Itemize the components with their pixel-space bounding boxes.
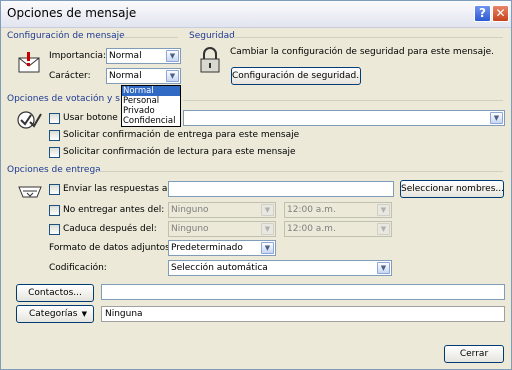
expires-time-select[interactable]: 12:00 a.m. ▼: [284, 221, 392, 237]
categories-button-label: Categorías: [29, 309, 78, 319]
contacts-button[interactable]: Contactos...: [16, 284, 94, 302]
message-settings-group-label: Configuración de mensaje: [7, 31, 125, 41]
chevron-down-icon[interactable]: ▼: [377, 262, 390, 274]
character-dropdown-list[interactable]: Normal Personal Privado Confidencial: [121, 85, 181, 127]
categories-input: Ninguna: [101, 306, 505, 322]
voting-divider: [183, 100, 503, 101]
security-settings-button[interactable]: Configuración de seguridad...: [231, 67, 361, 85]
encoding-label: Codificación:: [49, 263, 107, 273]
security-group-label: Seguridad: [189, 31, 235, 41]
delivery-receipt-label: Solicitar confirmación de entrega para e…: [63, 130, 300, 140]
attachment-format-label: Formato de datos adjuntos:: [49, 243, 173, 253]
security-divider: [233, 37, 503, 38]
expires-date-value: Ninguno: [171, 224, 209, 234]
not-before-date-select[interactable]: Ninguno ▼: [168, 202, 276, 218]
expires-after-label: Caduca después del:: [63, 224, 157, 234]
send-replies-input[interactable]: [168, 181, 394, 197]
encoding-value: Selección automática: [171, 263, 268, 273]
categories-value: Ninguna: [105, 309, 143, 319]
use-voting-buttons-checkbox[interactable]: [49, 113, 60, 124]
attachment-format-select[interactable]: Predeterminado ▼: [168, 240, 276, 256]
voting-checkmarks-icon: [17, 111, 42, 129]
chevron-down-icon[interactable]: ▼: [166, 70, 179, 82]
send-replies-checkbox[interactable]: [49, 184, 60, 195]
use-voting-buttons-label: Usar botone: [63, 113, 118, 123]
chevron-down-icon[interactable]: ▼: [377, 204, 390, 216]
voting-group-label: Opciones de votación y s: [7, 94, 120, 104]
close-button[interactable]: Cerrar: [444, 345, 504, 363]
not-before-time-value: 12:00 a.m.: [287, 205, 336, 215]
title-bar[interactable]: Opciones de mensaje ? ✕: [1, 1, 511, 28]
read-receipt-checkbox[interactable]: [49, 147, 60, 158]
importance-select[interactable]: Normal ▼: [106, 48, 181, 64]
send-replies-label: Enviar las respuestas a:: [63, 184, 171, 194]
chevron-down-icon[interactable]: ▼: [261, 204, 274, 216]
chevron-down-icon[interactable]: ▼: [166, 50, 179, 62]
character-select[interactable]: Normal ▼: [106, 68, 181, 84]
read-receipt-label: Solicitar confirmación de lectura para e…: [63, 147, 296, 157]
do-not-deliver-before-label: No entregar antes del:: [63, 205, 165, 215]
delivery-divider: [97, 171, 503, 172]
character-value: Normal: [109, 71, 142, 81]
importance-label: Importancia:: [49, 51, 107, 61]
security-description: Cambiar la configuración de seguridad pa…: [230, 47, 495, 57]
voting-buttons-select[interactable]: ▼: [183, 110, 505, 126]
expires-time-value: 12:00 a.m.: [287, 224, 336, 234]
delivery-group-label: Opciones de entrega: [7, 165, 101, 175]
expires-after-checkbox[interactable]: [49, 224, 60, 235]
select-names-button[interactable]: Seleccionar nombres...: [400, 180, 504, 198]
not-before-time-select[interactable]: 12:00 a.m. ▼: [284, 202, 392, 218]
message-options-dialog: Opciones de mensaje ? ✕ Configuración de…: [0, 0, 512, 370]
delivery-tray-icon: [18, 186, 42, 198]
categories-button[interactable]: Categorías ▼: [16, 305, 94, 323]
encoding-select[interactable]: Selección automática ▼: [168, 260, 392, 276]
chevron-down-icon[interactable]: ▼: [261, 242, 274, 254]
character-option-private[interactable]: Privado: [122, 106, 180, 116]
chevron-down-icon[interactable]: ▼: [490, 112, 503, 124]
envelope-importance-icon: [18, 52, 40, 73]
window-title: Opciones de mensaje: [7, 6, 137, 20]
character-option-normal[interactable]: Normal: [122, 86, 180, 96]
padlock-icon: [200, 47, 220, 73]
delivery-receipt-checkbox[interactable]: [49, 130, 60, 141]
close-icon[interactable]: ✕: [492, 5, 509, 22]
chevron-down-icon[interactable]: ▼: [377, 223, 390, 235]
do-not-deliver-before-checkbox[interactable]: [49, 205, 60, 216]
importance-value: Normal: [109, 51, 142, 61]
attachment-format-value: Predeterminado: [171, 243, 243, 253]
chevron-down-icon[interactable]: ▼: [261, 223, 274, 235]
character-option-personal[interactable]: Personal: [122, 96, 180, 106]
character-label: Carácter:: [49, 71, 91, 81]
character-option-confidential[interactable]: Confidencial: [122, 116, 180, 126]
message-settings-divider: [123, 37, 178, 38]
not-before-date-value: Ninguno: [171, 205, 209, 215]
help-icon[interactable]: ?: [474, 5, 491, 22]
contacts-input[interactable]: [101, 284, 505, 300]
expires-date-select[interactable]: Ninguno ▼: [168, 221, 276, 237]
chevron-down-icon: ▼: [81, 310, 87, 318]
